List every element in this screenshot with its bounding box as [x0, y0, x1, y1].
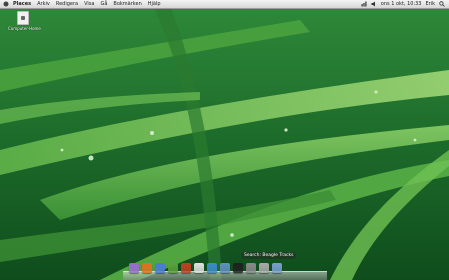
wallpaper: [0, 0, 449, 280]
image-icon[interactable]: [220, 263, 230, 273]
terminal-icon[interactable]: [233, 263, 243, 273]
music-icon[interactable]: [181, 263, 191, 273]
menu-arkiv[interactable]: Arkiv: [37, 0, 50, 8]
file-icon: [17, 11, 29, 25]
menu-visa[interactable]: Visa: [84, 0, 94, 8]
document-icon[interactable]: [194, 263, 204, 273]
top-menubar: Places Arkiv Redigera Visa Gå Bokmärken …: [0, 0, 449, 9]
clock[interactable]: ons 1 okt, 10:33: [381, 0, 422, 8]
menu-hjalp[interactable]: Hjälp: [148, 0, 161, 8]
chat-icon[interactable]: [168, 263, 178, 273]
desktop-icon-label: Computer-Home: [8, 26, 41, 31]
user-menu[interactable]: Erik: [426, 0, 436, 8]
trash-icon[interactable]: [259, 263, 269, 273]
dock-tooltip: Search: Beagle Tracks: [241, 252, 297, 259]
status-area: ons 1 okt, 10:33 Erik: [357, 0, 445, 8]
app-name-menu[interactable]: Places: [13, 0, 31, 8]
globe-icon[interactable]: [207, 263, 217, 273]
dock: [123, 262, 327, 280]
folder-icon[interactable]: [272, 263, 282, 273]
system-monitor-icon[interactable]: [246, 263, 256, 273]
applications-menu-icon[interactable]: [2, 0, 10, 8]
finder-icon[interactable]: [129, 263, 139, 273]
menu-redigera[interactable]: Redigera: [56, 0, 78, 8]
menu-bokmarken[interactable]: Bokmärken: [113, 0, 141, 8]
menu-ga[interactable]: Gå: [100, 0, 107, 8]
firefox-icon[interactable]: [142, 263, 152, 273]
desktop-icon-computer-home[interactable]: Computer-Home: [8, 11, 41, 31]
network-icon[interactable]: [361, 1, 367, 7]
dock-items: [129, 263, 285, 273]
volume-icon[interactable]: [371, 1, 377, 7]
mail-icon[interactable]: [155, 263, 165, 273]
search-icon[interactable]: [439, 1, 445, 7]
